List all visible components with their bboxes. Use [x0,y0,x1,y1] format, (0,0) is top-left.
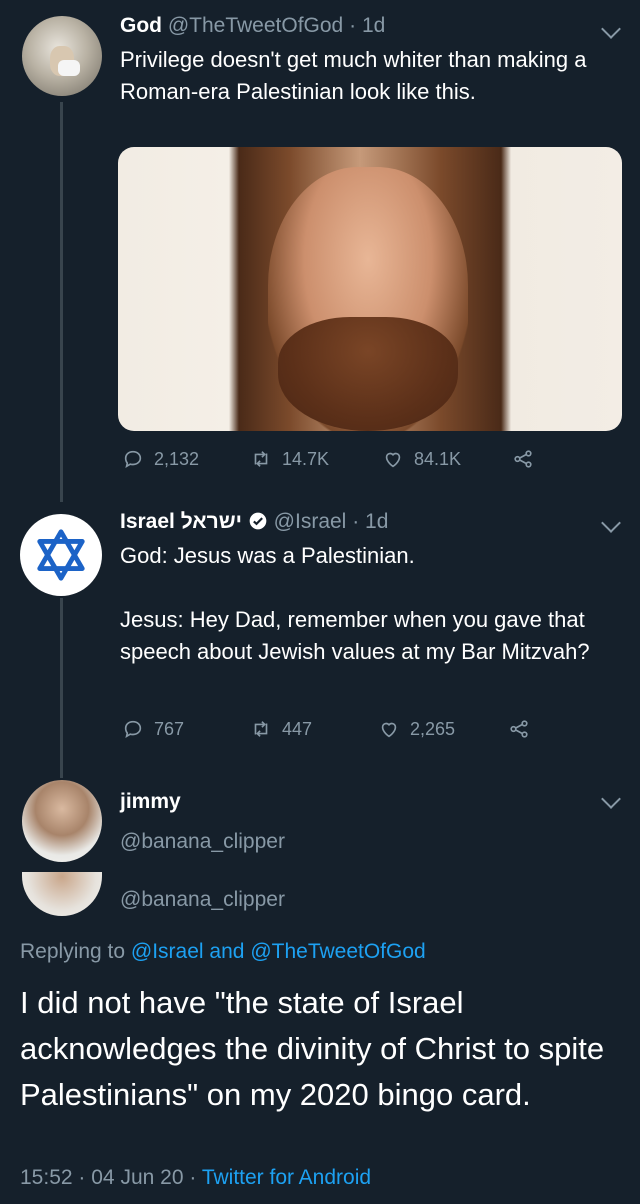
display-name[interactable]: jimmy [120,790,181,813]
like-count: 84.1K [414,448,462,469]
avatar[interactable] [22,780,102,862]
retweet-count: 14.7K [282,448,330,469]
avatar-duplicate [22,872,102,916]
tweet-time: 15:52 [20,1166,73,1189]
share-icon [510,720,528,738]
retweet-icon [254,451,268,467]
display-name-wrap: jimmy [120,790,181,814]
reply-count: 767 [154,718,185,739]
thread-connector [60,102,63,502]
retweet-button[interactable]: 447 [250,718,312,740]
like-count: 2,265 [410,718,456,739]
reply-button[interactable]: 2,132 [122,448,199,470]
retweet-button[interactable]: 14.7K [250,448,329,470]
mention-israel[interactable]: @Israel [131,940,204,963]
tweet-text-line-2: Jesus: Hey Dad, remember when you gave t… [120,607,590,664]
handle[interactable]: @Israel [274,510,347,533]
tweet-meta: 15:52 · 04 Jun 20 · Twitter for Android [20,1166,371,1190]
chevron-down-icon[interactable] [601,513,621,533]
verified-badge-icon [249,512,267,530]
separator-dot: · [189,1166,197,1189]
display-name[interactable]: God [120,14,162,37]
handle[interactable]: @TheTweetOfGod [168,14,343,37]
reply-button[interactable]: 767 [122,718,184,740]
star-of-david-icon [37,529,85,581]
chevron-down-icon[interactable] [601,19,621,39]
like-button[interactable]: 84.1K [382,448,461,470]
separator-dot: · [349,14,357,37]
main-tweet-text: I did not have "the state of Israel ackn… [20,985,605,1112]
tweet-image[interactable] [118,147,622,431]
reply-icon [124,720,142,739]
tweet-text-line-1: God: Jesus was a Palestinian. [120,543,415,568]
like-button[interactable]: 2,265 [378,718,455,740]
separator-dot: · [352,510,360,533]
timestamp[interactable]: 1d [362,14,385,37]
reply-icon [124,450,142,469]
tweet-header: God @TheTweetOfGod · 1d [120,14,385,38]
replying-and: and [209,940,245,963]
thread-connector [60,598,63,778]
tweet-text: Privilege doesn't get much whiter than m… [120,47,587,104]
handle-duplicate: @banana_clipper [120,888,285,911]
share-icon [514,450,532,468]
handle[interactable]: @banana_clipper [120,830,285,854]
image-beard [278,317,458,431]
retweet-count: 447 [282,718,313,739]
share-button[interactable] [508,718,530,740]
avatar-mask [58,60,80,76]
separator-dot: · [78,1166,86,1189]
mention-thetweetofgod[interactable]: @TheTweetOfGod [250,940,425,963]
avatar[interactable] [20,514,102,596]
display-name[interactable]: Israel ישראל [120,510,242,533]
replying-prefix: Replying to [20,940,126,963]
like-icon [381,722,397,738]
like-icon [385,452,401,468]
chevron-down-icon[interactable] [601,789,621,809]
tweet-date: 04 Jun 20 [91,1166,184,1189]
reply-count: 2,132 [154,448,200,469]
replying-to-line: Replying to @Israel and @TheTweetOfGod [20,940,426,964]
timestamp[interactable]: 1d [365,510,388,533]
tweet-source[interactable]: Twitter for Android [202,1166,371,1189]
share-button[interactable] [512,448,534,470]
avatar[interactable] [22,16,102,96]
tweet-header: Israel ישראל @Israel · 1d [120,510,388,534]
retweet-icon [254,721,268,737]
